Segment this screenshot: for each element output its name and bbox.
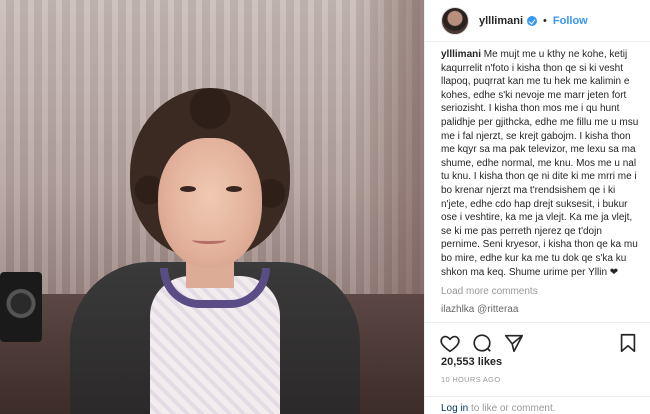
caption: ylllimani Me mujt me u kthy ne kohe, ket…	[441, 48, 641, 279]
right-eye	[226, 186, 242, 192]
post-header: ylllimani • Follow	[425, 0, 650, 42]
child-face	[158, 138, 262, 268]
partial-comment: ilazhlka @ritteraa	[441, 303, 519, 315]
caption-username[interactable]: ylllimani	[441, 49, 481, 60]
verified-badge-icon	[527, 15, 538, 26]
login-prompt: Log in to like or comment.	[425, 396, 650, 414]
instagram-post: ylllimani • Follow ylllimani Me mujt me …	[0, 0, 650, 414]
login-link[interactable]: Log in	[441, 403, 468, 414]
bookmark-icon[interactable]	[617, 332, 639, 354]
curtain-shadow	[354, 0, 424, 300]
comments-area: ylllimani Me mujt me u kthy ne kohe, ket…	[425, 42, 650, 322]
login-suffix: to like or comment.	[468, 403, 556, 414]
likes-count[interactable]: 20,553 likes	[441, 356, 502, 368]
post-photo[interactable]	[0, 0, 424, 414]
share-icon[interactable]	[503, 332, 525, 354]
avatar[interactable]	[441, 6, 469, 35]
follow-button[interactable]: Follow	[553, 15, 588, 27]
comment-icon[interactable]	[471, 332, 493, 354]
header-username[interactable]: ylllimani	[479, 15, 523, 27]
speaker	[0, 272, 42, 342]
caption-text: Me mujt me u kthy ne kohe, ketij kaqurre…	[441, 49, 639, 278]
smile	[192, 236, 226, 244]
post-timestamp[interactable]: 10 HOURS AGO	[441, 375, 500, 384]
post-side-panel: ylllimani • Follow ylllimani Me mujt me …	[424, 0, 650, 414]
load-more-comments-link[interactable]: Load more comments	[441, 285, 641, 299]
left-eye	[180, 186, 196, 192]
heart-icon[interactable]	[439, 332, 461, 354]
separator-dot: •	[543, 14, 547, 27]
